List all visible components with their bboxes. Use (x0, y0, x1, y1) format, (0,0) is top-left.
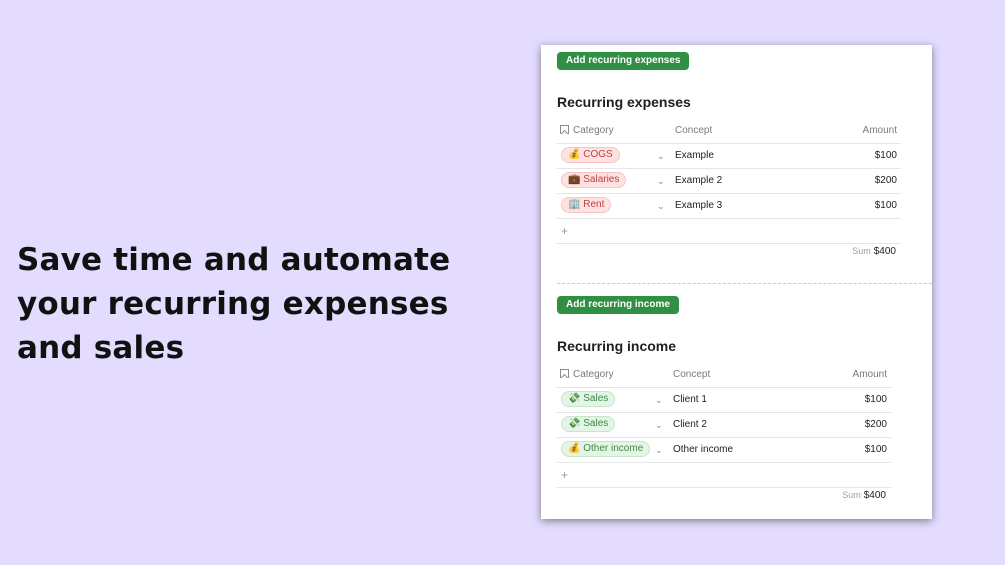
chevron-down-icon[interactable]: ⌄ (655, 438, 663, 462)
expenses-table: Category Concept Amount 💰 COGS ⌄ Example… (557, 119, 901, 244)
table-row[interactable]: 💸 Sales ⌄ Client 2 $200 (557, 413, 891, 438)
plus-icon[interactable]: + (561, 463, 568, 487)
table-row[interactable]: 💰 Other income ⌄ Other income $100 (557, 438, 891, 463)
income-table: Category Concept Amount 💸 Sales ⌄ Client… (557, 363, 891, 488)
office-building-icon: 🏢 (568, 199, 581, 211)
money-bag-icon: 💰 (568, 443, 581, 455)
chevron-down-icon[interactable]: ⌄ (655, 388, 663, 412)
concept-header[interactable]: Concept (673, 363, 710, 387)
notion-page-card: Add recurring expenses Recurring expense… (541, 45, 932, 519)
amount-cell[interactable]: $100 (865, 388, 887, 412)
add-row[interactable]: + (557, 219, 901, 244)
briefcase-icon: 💼 (568, 174, 581, 186)
amount-cell[interactable]: $100 (875, 144, 897, 168)
headline: Save time and automate your recurring ex… (17, 238, 477, 370)
category-tag[interactable]: 💼 Salaries (561, 172, 627, 189)
concept-cell[interactable]: Example (675, 144, 714, 168)
category-tag[interactable]: 💰 COGS (561, 147, 620, 164)
amount-header[interactable]: Amount (853, 363, 887, 387)
concept-cell[interactable]: Other income (673, 438, 733, 462)
money-bag-icon: 💰 (568, 149, 581, 161)
income-table-header: Category Concept Amount (557, 363, 891, 388)
chevron-down-icon[interactable]: ⌄ (657, 194, 665, 218)
category-tag[interactable]: 💸 Sales (561, 416, 616, 433)
headline-line-3: and sales (17, 330, 185, 366)
category-tag[interactable]: 🏢 Rent (561, 197, 612, 214)
add-recurring-expenses-button[interactable]: Add recurring expenses (557, 52, 690, 70)
amount-cell[interactable]: $100 (875, 194, 897, 218)
add-row[interactable]: + (557, 463, 891, 488)
table-row[interactable]: 💸 Sales ⌄ Client 1 $100 (557, 388, 891, 413)
income-sum: Sum $400 (842, 490, 886, 501)
amount-cell[interactable]: $200 (865, 413, 887, 437)
concept-cell[interactable]: Example 3 (675, 194, 722, 218)
category-tag[interactable]: 💸 Sales (561, 391, 616, 408)
expenses-sum: Sum $400 (852, 246, 896, 257)
headline-line-2: your recurring expenses (17, 286, 449, 322)
expenses-section-title: Recurring expenses (557, 94, 691, 110)
bookmark-icon (560, 369, 569, 378)
table-row[interactable]: 💰 COGS ⌄ Example $100 (557, 144, 901, 169)
expenses-table-header: Category Concept Amount (557, 119, 901, 144)
section-divider (557, 283, 932, 284)
concept-cell[interactable]: Example 2 (675, 169, 722, 193)
money-wings-icon: 💸 (568, 393, 581, 405)
category-header[interactable]: Category (560, 119, 614, 143)
add-recurring-income-button[interactable]: Add recurring income (557, 296, 679, 314)
table-row[interactable]: 🏢 Rent ⌄ Example 3 $100 (557, 194, 901, 219)
amount-cell[interactable]: $200 (875, 169, 897, 193)
category-header[interactable]: Category (560, 363, 614, 387)
chevron-down-icon[interactable]: ⌄ (657, 169, 665, 193)
income-section-title: Recurring income (557, 338, 677, 354)
table-row[interactable]: 💼 Salaries ⌄ Example 2 $200 (557, 169, 901, 194)
concept-cell[interactable]: Client 1 (673, 388, 707, 412)
headline-line-1: Save time and automate (17, 242, 451, 278)
concept-cell[interactable]: Client 2 (673, 413, 707, 437)
category-tag[interactable]: 💰 Other income (561, 441, 651, 458)
chevron-down-icon[interactable]: ⌄ (655, 413, 663, 437)
amount-cell[interactable]: $100 (865, 438, 887, 462)
chevron-down-icon[interactable]: ⌄ (657, 144, 665, 168)
money-wings-icon: 💸 (568, 418, 581, 430)
concept-header[interactable]: Concept (675, 119, 712, 143)
bookmark-icon (560, 125, 569, 134)
amount-header[interactable]: Amount (863, 119, 897, 143)
plus-icon[interactable]: + (561, 219, 568, 243)
